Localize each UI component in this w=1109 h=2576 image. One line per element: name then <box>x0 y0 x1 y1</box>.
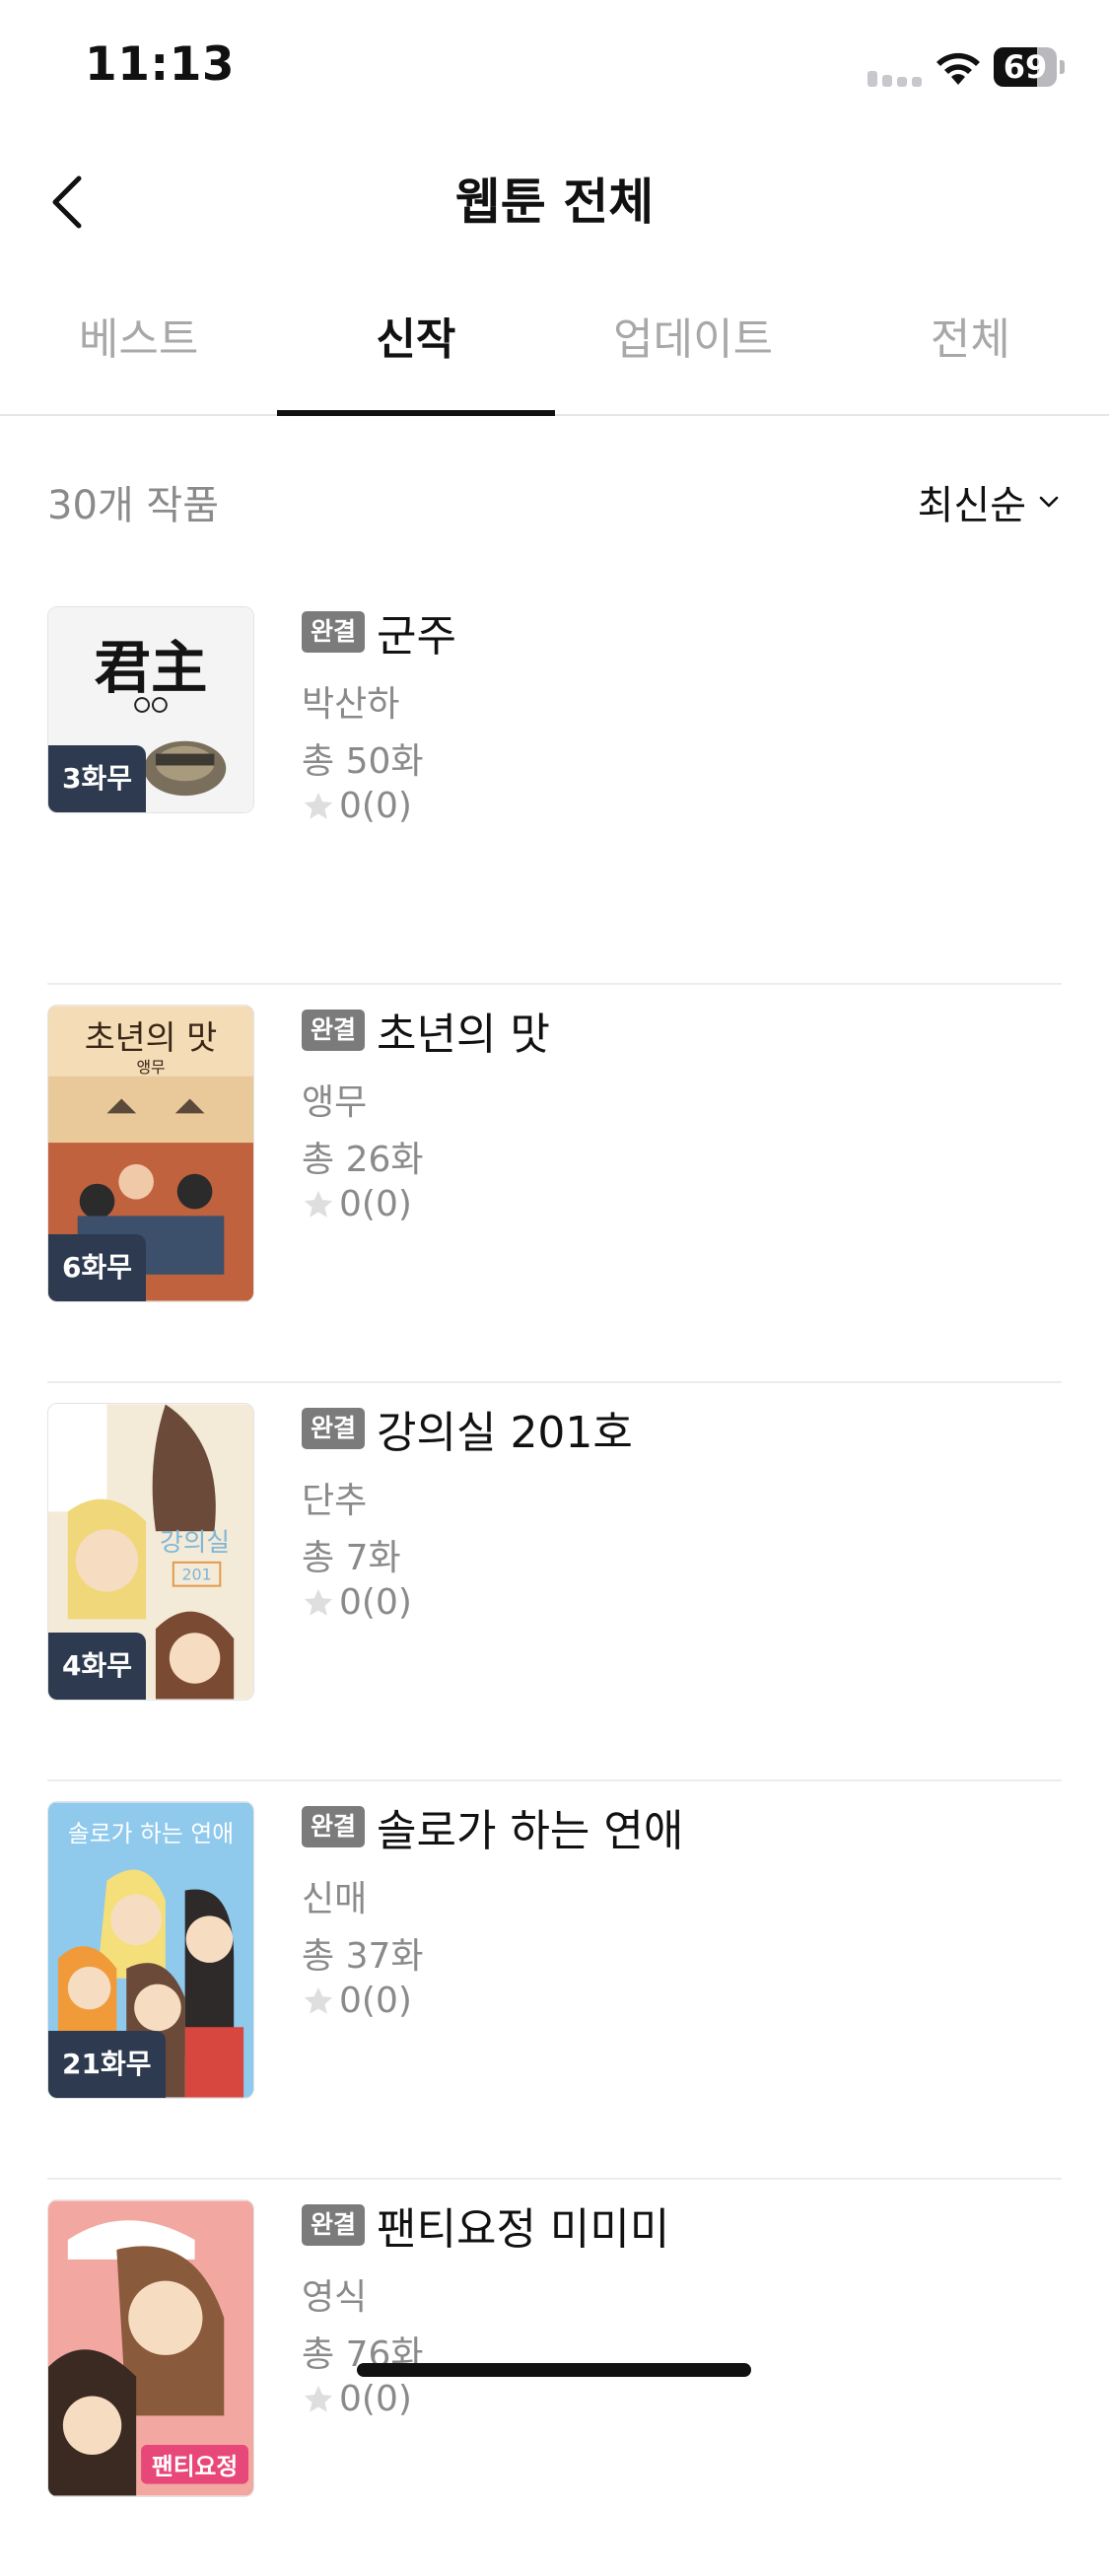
svg-text:강의실: 강의실 <box>160 1528 230 1558</box>
battery-icon: 69 <box>994 47 1065 87</box>
cover-title-art: 君主 <box>95 634 208 701</box>
cover-thumbnail: 君主 3화무 <box>47 606 254 813</box>
free-episodes-badge: 21화무 <box>48 2031 166 2098</box>
rating-value: 0(0) <box>339 786 412 826</box>
completed-badge: 완결 <box>302 1408 366 1449</box>
title-row: 완결 팬티요정 미미미 <box>302 2193 669 2257</box>
webtoon-title: 팬티요정 미미미 <box>377 2204 670 2255</box>
completed-badge: 완결 <box>302 1806 366 1847</box>
cover-thumbnail: 초년의 맛 앵무 6화무 <box>47 1005 254 1302</box>
chevron-down-icon <box>1039 496 1059 508</box>
title-row: 완결 강의실 201호 <box>302 1397 633 1460</box>
tab-all[interactable]: 전체 <box>832 276 1109 414</box>
free-episodes-badge: 4화무 <box>48 1633 147 1700</box>
episode-count: 총 7화 <box>302 1538 401 1578</box>
list-item[interactable]: 팬티요정 완결 팬티요정 미미미 영식 총 76화 0(0) <box>47 2180 1062 2576</box>
rating: 0(0) <box>302 1981 412 2021</box>
webtoon-title: 강의실 201호 <box>377 1408 633 1458</box>
author: 앵무 <box>302 1082 368 1123</box>
completed-badge: 완결 <box>302 2204 366 2246</box>
free-episodes-badge: 6화무 <box>48 1234 147 1301</box>
svg-text:초년의 맛: 초년의 맛 <box>85 1018 218 1057</box>
episode-count: 총 26화 <box>302 1140 424 1180</box>
list-header: 30개 작품 최신순 <box>0 463 1109 542</box>
rating: 0(0) <box>302 1582 412 1623</box>
list-item[interactable]: 君主 3화무 완결 군주 박산하 총 50화 0(0) <box>47 587 1062 985</box>
episode-count: 총 37화 <box>302 1936 424 1977</box>
home-indicator <box>357 2363 751 2377</box>
title-row: 완결 초년의 맛 <box>302 999 550 1062</box>
nav-header: 웹툰 전체 <box>0 128 1109 276</box>
star-icon <box>304 2385 333 2412</box>
svg-text:팬티요정: 팬티요정 <box>152 2453 238 2480</box>
episode-count: 총 50화 <box>302 741 424 782</box>
cover-thumbnail: 팬티요정 <box>47 2199 254 2497</box>
list-item[interactable]: 솔로가 하는 연애 21화무 완결 솔로가 하는 연애 신매 총 37화 0(0… <box>47 1781 1062 2180</box>
battery-percentage: 69 <box>1003 48 1048 86</box>
author: 영식 <box>302 2277 368 2318</box>
work-count: 30개 작품 <box>47 483 220 528</box>
author: 박산하 <box>302 684 400 725</box>
title-row: 완결 솔로가 하는 연애 <box>302 1795 683 1858</box>
cover-image: 팬티요정 <box>48 2200 253 2496</box>
list-item[interactable]: 강의실 201 4화무 완결 강의실 201호 단추 총 7화 0(0) <box>47 1383 1062 1781</box>
tab-new[interactable]: 신작 <box>277 276 555 416</box>
star-icon <box>304 1588 333 1616</box>
rating-value: 0(0) <box>339 1582 412 1623</box>
sort-label: 최신순 <box>917 483 1026 528</box>
rating: 0(0) <box>302 1184 412 1224</box>
star-icon <box>304 1190 333 1218</box>
webtoon-title: 솔로가 하는 연애 <box>377 1806 684 1856</box>
completed-badge: 완결 <box>302 611 366 653</box>
title-row: 완결 군주 <box>302 600 456 663</box>
rating: 0(0) <box>302 2379 412 2419</box>
tab-best[interactable]: 베스트 <box>0 276 277 414</box>
free-episodes-badge: 3화무 <box>48 745 147 812</box>
status-time: 11:13 <box>85 37 236 92</box>
star-icon <box>304 1986 333 2014</box>
cover-thumbnail: 솔로가 하는 연애 21화무 <box>47 1801 254 2099</box>
signal-icon <box>867 71 922 87</box>
rating-value: 0(0) <box>339 2379 412 2419</box>
rating-value: 0(0) <box>339 1184 412 1224</box>
page-title: 웹툰 전체 <box>454 174 655 231</box>
rating: 0(0) <box>302 786 412 826</box>
author: 신매 <box>302 1879 368 1919</box>
list-item[interactable]: 초년의 맛 앵무 6화무 완결 초년의 맛 앵무 총 26화 0(0) <box>47 985 1062 1383</box>
status-bar: 11:13 69 <box>0 0 1109 128</box>
webtoon-title: 군주 <box>377 611 456 661</box>
cover-thumbnail: 강의실 201 4화무 <box>47 1403 254 1701</box>
webtoon-title: 초년의 맛 <box>377 1010 550 1060</box>
svg-text:201: 201 <box>181 1566 211 1584</box>
tab-update[interactable]: 업데이트 <box>555 276 832 414</box>
rating-value: 0(0) <box>339 1981 412 2021</box>
completed-badge: 완결 <box>302 1010 366 1051</box>
svg-text:솔로가 하는 연애: 솔로가 하는 연애 <box>68 1820 234 1847</box>
sort-dropdown[interactable]: 최신순 <box>918 473 1062 530</box>
webtoon-list: 君主 3화무 완결 군주 박산하 총 50화 0(0) 초년의 맛 앵무 6화무… <box>47 587 1062 2576</box>
star-icon <box>304 792 333 819</box>
tab-bar: 베스트 신작 업데이트 전체 <box>0 276 1109 416</box>
svg-text:앵무: 앵무 <box>136 1058 165 1077</box>
author: 단추 <box>302 1481 368 1521</box>
wifi-icon <box>936 52 980 85</box>
